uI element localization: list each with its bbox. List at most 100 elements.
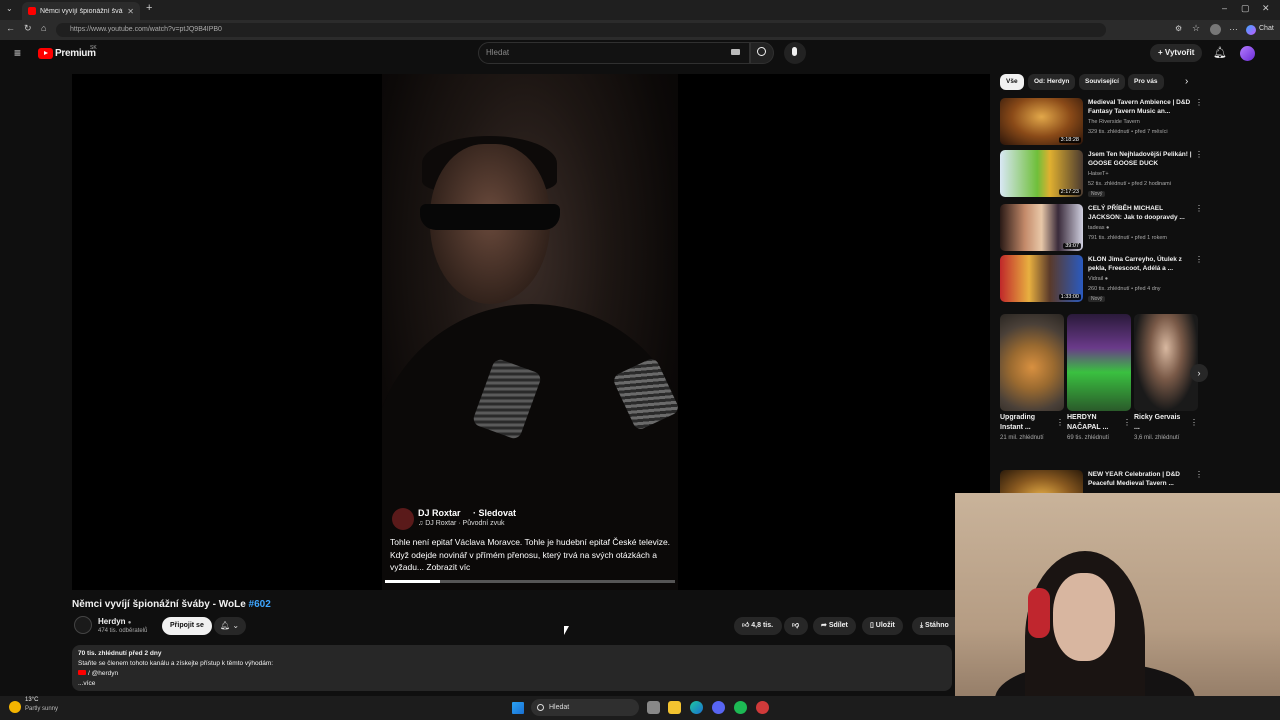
reload-icon[interactable]: ↻ (24, 23, 32, 34)
chip-all[interactable]: Vše (1000, 74, 1024, 90)
channel-avatar[interactable] (74, 616, 92, 634)
short-item[interactable]: HERDYN NAČAPAL ... 69 tis. zhlédnutí ⋮ (1067, 314, 1131, 444)
more-options-icon[interactable]: ⋮ (1056, 418, 1064, 427)
new-badge: Nový (1088, 296, 1106, 302)
recommendation-item[interactable]: 2:17:23 Jsem Ten Nejhladovější Pelikán! … (1000, 150, 1206, 200)
recommendation-title[interactable]: Jsem Ten Nejhladovější Pelikán! | GOOSE … (1088, 150, 1192, 168)
close-window-icon[interactable]: ✕ (1262, 3, 1270, 14)
hamburger-menu-icon[interactable]: ≡ (14, 46, 21, 60)
webcam-headphones (1028, 588, 1050, 638)
new-tab-icon[interactable]: + (146, 2, 152, 14)
account-avatar[interactable] (1240, 46, 1255, 61)
close-tab-icon[interactable]: ✕ (127, 7, 134, 16)
file-explorer-icon[interactable] (668, 701, 681, 714)
recommendation-thumbnail[interactable]: 2:17:23 (1000, 150, 1083, 197)
description-link-row[interactable]: / @herdyn (78, 669, 946, 679)
recommendation-title[interactable]: CELÝ PŘÍBĚH MICHAEL JACKSON: Jak to doop… (1088, 204, 1192, 222)
favorites-icon[interactable]: ☆ (1192, 23, 1200, 34)
recommendation-channel[interactable]: Vidrail ● (1088, 276, 1108, 282)
back-icon[interactable]: ← (6, 23, 15, 33)
recommendation-thumbnail[interactable] (1000, 470, 1083, 494)
short-title[interactable]: HERDYN NAČAPAL ... (1067, 413, 1119, 433)
tab-list-icon[interactable]: ⌄ (6, 4, 13, 13)
weather-temperature[interactable]: 13°C (25, 697, 38, 703)
description-box[interactable]: 70 tis. zhlédnutí před 2 dny Staňte se č… (72, 645, 952, 691)
recommendation-channel[interactable]: The Riverside Tavern (1088, 119, 1140, 125)
save-button[interactable]: ▯ Uložit (862, 617, 903, 635)
home-icon[interactable]: ⌂ (41, 23, 46, 33)
spotify-icon[interactable] (734, 701, 747, 714)
short-thumbnail[interactable] (1000, 314, 1064, 411)
chip-related[interactable]: Související (1079, 74, 1125, 90)
extensions-icon[interactable]: ⚙ (1175, 24, 1182, 33)
more-options-icon[interactable]: ⋮ (1195, 255, 1203, 264)
chip-from-herdyn[interactable]: Od: Herdyn (1028, 74, 1076, 90)
more-options-icon[interactable]: ⋮ (1195, 98, 1203, 107)
weather-sun-icon[interactable] (9, 701, 21, 713)
recommendation-item[interactable]: 39:07 CELÝ PŘÍBĚH MICHAEL JACKSON: Jak t… (1000, 204, 1206, 254)
recommendation-item[interactable]: 3:18:28 Medieval Tavern Ambience | D&D F… (1000, 98, 1206, 148)
recommendation-title[interactable]: KLON Jima Carreyho, Útulek z pekla, Free… (1088, 255, 1192, 273)
more-options-icon[interactable]: ⋮ (1190, 418, 1198, 427)
recommendation-title[interactable]: NEW YEAR Celebration | D&D Peaceful Medi… (1088, 470, 1192, 488)
show-more-link[interactable]: ...více (78, 679, 946, 689)
short-item[interactable]: Ricky Gervais ... 3,6 mil. zhlédnutí ⋮ (1134, 314, 1198, 444)
profile-avatar[interactable] (1210, 24, 1221, 35)
browser-menu-icon[interactable]: … (1229, 22, 1238, 32)
short-item[interactable]: Upgrading Instant ... 21 mil. zhlédnutí … (1000, 314, 1064, 444)
more-options-icon[interactable]: ⋮ (1195, 150, 1203, 159)
description-link[interactable]: / @herdyn (88, 670, 118, 677)
join-button[interactable]: Připojit se (162, 617, 212, 635)
short-thumbnail[interactable] (1067, 314, 1131, 411)
more-options-icon[interactable]: ⋮ (1123, 418, 1131, 427)
app-icon[interactable] (756, 701, 769, 714)
search-input[interactable]: Hledat (478, 42, 750, 64)
copilot-icon[interactable] (1246, 25, 1256, 35)
overlay-progress-bar[interactable] (385, 580, 675, 583)
download-button[interactable]: ⤓ Stáhno (912, 617, 955, 635)
browser-tab-active[interactable]: Němci vyvíjí špionážní šváby - W ✕ (22, 2, 140, 20)
share-button[interactable]: ➦ Sdílet (813, 617, 856, 635)
task-view-icon[interactable] (647, 701, 660, 714)
thumbs-down-icon: 👎︎ (792, 622, 800, 629)
youtube-logo-icon[interactable] (38, 48, 53, 59)
windows-start-icon[interactable] (512, 702, 524, 714)
voice-search-button[interactable] (784, 42, 806, 64)
browser-address-bar: ← ↻ ⌂ https://www.youtube.com/watch?v=pt… (0, 20, 1280, 40)
edge-browser-icon[interactable] (690, 701, 703, 714)
keyboard-icon[interactable] (731, 49, 740, 55)
recommendation-channel[interactable]: HaiseT+ (1088, 171, 1109, 177)
shorts-next-button[interactable]: › (1190, 364, 1208, 382)
recommendation-thumbnail[interactable]: 39:07 (1000, 204, 1083, 251)
chevron-right-icon[interactable]: › (1185, 76, 1188, 87)
channel-name[interactable]: Herdyn ● (98, 617, 131, 626)
create-button[interactable]: + Vytvořit (1150, 44, 1203, 62)
discord-icon[interactable] (712, 701, 725, 714)
recommendation-channel-text: Vidrail (1088, 276, 1104, 282)
maximize-icon[interactable]: ▢ (1241, 3, 1250, 14)
weather-description[interactable]: Partly sunny (25, 706, 58, 712)
recommendation-thumbnail[interactable]: 3:18:28 (1000, 98, 1083, 145)
taskbar-search-input[interactable]: Hledat (531, 699, 639, 716)
chat-label[interactable]: Chat (1259, 25, 1274, 32)
recommendation-item[interactable]: NEW YEAR Celebration | D&D Peaceful Medi… (1000, 470, 1206, 494)
more-options-icon[interactable]: ⋮ (1195, 204, 1203, 213)
search-button[interactable] (750, 42, 774, 64)
minimize-icon[interactable]: – (1222, 3, 1227, 13)
recommendation-thumbnail[interactable]: 1:33:00 (1000, 255, 1083, 302)
short-title[interactable]: Upgrading Instant ... (1000, 413, 1052, 433)
more-options-icon[interactable]: ⋮ (1195, 470, 1203, 479)
recommendation-item[interactable]: 1:33:00 KLON Jima Carreyho, Útulek z pek… (1000, 255, 1206, 305)
overlay-channel-name: DJ Roxtar (418, 508, 461, 518)
subscription-bell-button[interactable]: 🔔︎ ⌄ (214, 617, 246, 635)
chip-for-you[interactable]: Pro vás (1128, 74, 1164, 90)
short-title[interactable]: Ricky Gervais ... (1134, 413, 1186, 433)
url-field[interactable]: https://www.youtube.com/watch?v=ptJQ9B4I… (56, 23, 1106, 37)
short-thumbnail[interactable] (1134, 314, 1198, 411)
recommendation-title[interactable]: Medieval Tavern Ambience | D&D Fantasy T… (1088, 98, 1192, 116)
like-button[interactable]: 👍︎ 4,8 tis. (734, 617, 782, 635)
dislike-button[interactable]: 👎︎ (784, 617, 808, 635)
notifications-bell-icon[interactable]: 🔔︎ (1213, 46, 1227, 59)
video-hashtag[interactable]: #602 (249, 599, 271, 610)
recommendation-channel[interactable]: tadeas ● (1088, 225, 1109, 231)
